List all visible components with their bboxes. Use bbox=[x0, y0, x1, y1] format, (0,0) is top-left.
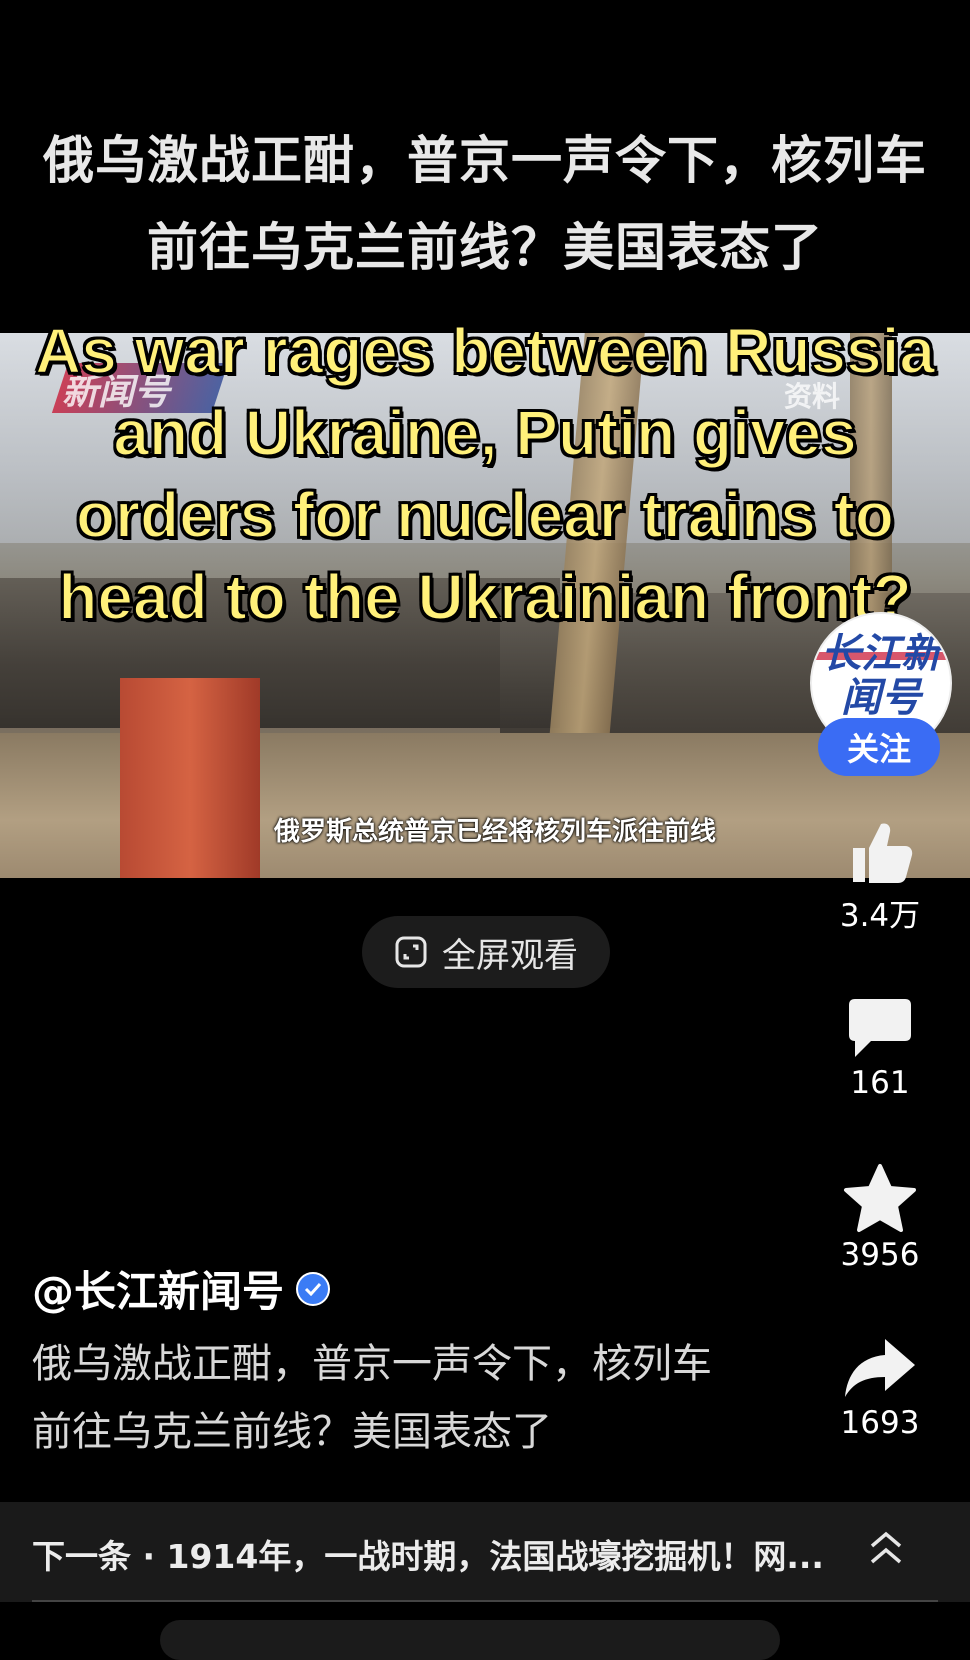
like-count: 3.4万 bbox=[839, 898, 921, 934]
avatar-text: 长江新闻号 bbox=[821, 632, 941, 720]
fullscreen-button[interactable]: 全屏观看 bbox=[362, 916, 610, 988]
like-button[interactable]: 3.4万 bbox=[825, 818, 935, 935]
video-title: 俄乌激战正酣，普京一声令下，核列车前往乌克兰前线？美国表态了 bbox=[42, 132, 927, 278]
chevron-up-icon[interactable] bbox=[868, 1528, 904, 1568]
follow-button[interactable]: 关注 bbox=[818, 718, 940, 776]
favorite-count: 3956 bbox=[840, 1237, 920, 1273]
favorite-button[interactable]: 3956 bbox=[825, 1163, 935, 1273]
share-button[interactable]: 1693 bbox=[825, 1335, 935, 1441]
comment-icon bbox=[849, 999, 911, 1057]
next-video-bar[interactable]: 下一条 · 1914年，一战时期，法国战壕挖掘机！网... bbox=[0, 1502, 970, 1602]
video-description[interactable]: 俄乌激战正酣，普京一声令下，核列车前往乌克兰前线？美国表态了 bbox=[32, 1330, 712, 1466]
star-icon bbox=[844, 1164, 916, 1232]
author-handle[interactable]: @长江新闻号 bbox=[32, 1258, 284, 1319]
share-icon bbox=[845, 1339, 915, 1397]
next-video-label: 下一条 · 1914年，一战时期，法国战壕挖掘机！网... bbox=[32, 1537, 822, 1576]
comment-count: 161 bbox=[850, 1065, 910, 1101]
divider bbox=[32, 1600, 938, 1602]
fullscreen-icon bbox=[395, 936, 427, 968]
verified-icon bbox=[296, 1271, 331, 1306]
share-count: 1693 bbox=[840, 1405, 920, 1441]
like-icon bbox=[853, 823, 913, 883]
author-row[interactable]: @长江新闻号 bbox=[32, 1258, 331, 1319]
fullscreen-label: 全屏观看 bbox=[442, 935, 578, 976]
comment-button[interactable]: 161 bbox=[825, 995, 935, 1101]
english-overlay-text: As war rages between Russia and Ukraine,… bbox=[34, 314, 936, 634]
video-scene-red-post bbox=[120, 678, 260, 878]
bottom-input-bar[interactable] bbox=[160, 1620, 780, 1660]
